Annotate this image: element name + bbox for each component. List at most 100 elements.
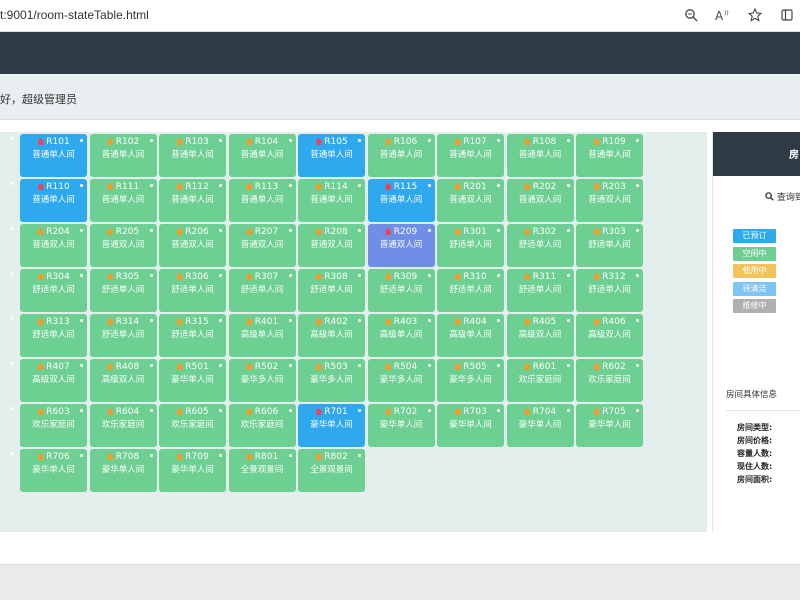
status-dot	[497, 364, 500, 367]
room-number-text: R109	[602, 137, 626, 147]
house-icon	[176, 318, 184, 325]
room-card[interactable]: R207 普通双人间	[228, 224, 296, 267]
room-card[interactable]: R703 豪华单人间	[437, 404, 504, 447]
room-type: 豪华单人间	[379, 420, 423, 430]
room-card[interactable]: R107 普通单人间	[437, 134, 504, 177]
room-card[interactable]: R109 普通单人间	[576, 134, 643, 177]
zoom-icon[interactable]	[682, 6, 700, 24]
room-type: 高级单人间	[449, 330, 492, 340]
room-type: 舒适单人间	[449, 285, 492, 295]
room-card[interactable]: R501 豪华单人间	[159, 359, 226, 402]
room-card[interactable]: R405 高级双人间	[506, 314, 574, 357]
room-card[interactable]: R701 豪华单人间	[298, 404, 365, 447]
room-card[interactable]: R408 高级双人间	[89, 359, 157, 402]
row-bullet	[10, 362, 13, 365]
room-card[interactable]: R505 豪华多人间	[437, 359, 504, 402]
room-card[interactable]: R301 舒适单人间	[437, 224, 504, 267]
room-card[interactable]: R602 欢乐家庭间	[576, 359, 643, 402]
room-card[interactable]: R209 普通双人间	[367, 224, 435, 267]
room-number: R305	[90, 272, 157, 283]
room-card[interactable]: R101 普通单人间	[20, 134, 87, 177]
room-card[interactable]: R205 普通双人间	[89, 224, 157, 267]
room-card[interactable]: R311 舒适单人间	[506, 269, 574, 312]
room-card[interactable]: R102 普通单人间	[89, 134, 157, 177]
legend-repair[interactable]: 维修中	[733, 299, 776, 313]
room-card[interactable]: R708 豪华单人间	[89, 449, 157, 492]
room-card[interactable]: R801 全景观景间	[228, 449, 296, 492]
room-card[interactable]: R105 普通单人间	[298, 134, 365, 177]
room-card[interactable]: R302 舒适单人间	[506, 224, 574, 267]
room-card[interactable]: R702 豪华单人间	[367, 404, 435, 447]
room-card[interactable]: R709 豪华单人间	[159, 449, 226, 492]
room-card[interactable]: R704 豪华单人间	[506, 404, 574, 447]
room-card[interactable]: R108 普通单人间	[506, 134, 574, 177]
room-card[interactable]: R502 豪华多人间	[228, 359, 296, 402]
room-card[interactable]: R401 高级单人间	[228, 314, 296, 357]
room-card[interactable]: R504 豪华多人间	[367, 359, 435, 402]
room-type: 豪华多人间	[379, 375, 423, 385]
room-card[interactable]: R103 普通单人间	[159, 134, 226, 177]
room-card[interactable]: R208 普通双人间	[298, 224, 365, 267]
room-type: 舒适单人间	[379, 285, 423, 295]
room-card[interactable]: R603 欢乐家庭间	[20, 404, 87, 447]
room-card[interactable]: R201 普通双人间	[437, 179, 504, 222]
room-card[interactable]: R304 舒适单人间	[20, 269, 87, 312]
room-card[interactable]: R403 高级单人间	[367, 314, 435, 357]
room-number-text: R404	[463, 317, 487, 327]
read-aloud-icon[interactable]: A))	[714, 6, 732, 24]
room-card[interactable]: R601 欢乐家庭间	[506, 359, 574, 402]
room-card[interactable]: R404 高级单人间	[437, 314, 504, 357]
room-type: 欢乐家庭间	[171, 420, 214, 430]
legend-free[interactable]: 空闲中	[733, 246, 776, 261]
room-card[interactable]: R306 舒适单人间	[159, 269, 226, 312]
room-card[interactable]: R114 普通单人间	[298, 179, 365, 222]
legend-cleaning[interactable]: 待清洁	[733, 281, 776, 296]
room-card[interactable]: R313 舒适单人间	[20, 314, 87, 357]
room-card[interactable]: R104 普通单人间	[228, 134, 296, 177]
room-card[interactable]: R305 舒适单人间	[89, 269, 157, 312]
search-result-label[interactable]: 查询到	[765, 190, 800, 203]
room-card[interactable]: R314 舒适单人间	[89, 314, 157, 357]
room-card[interactable]: R303 舒适单人间	[576, 224, 643, 267]
room-card[interactable]: R605 欢乐家庭间	[159, 404, 226, 447]
room-number-text: R705	[602, 407, 626, 417]
room-card[interactable]: R312 舒适单人间	[576, 269, 643, 312]
favorite-star-icon[interactable]	[746, 6, 764, 24]
room-card[interactable]: R706 豪华单人间	[20, 449, 87, 492]
room-card[interactable]: R310 舒适单人间	[437, 269, 504, 312]
room-card[interactable]: R503 豪华多人间	[298, 359, 365, 402]
room-card[interactable]: R112 普通单人间	[159, 179, 226, 222]
room-number: R406	[576, 317, 643, 328]
room-card[interactable]: R202 普通双人间	[506, 179, 574, 222]
room-card[interactable]: R203 普通双人间	[576, 179, 643, 222]
room-card[interactable]: R110 普通单人间	[20, 179, 87, 222]
room-card[interactable]: R113 普通单人间	[228, 179, 296, 222]
sidebar-icon[interactable]	[778, 6, 796, 24]
house-icon	[593, 228, 601, 235]
room-card[interactable]: R802 全景观景间	[298, 449, 365, 492]
address-bar[interactable]: t:9001/room-stateTable.html	[0, 8, 149, 22]
room-card[interactable]: R307 舒适单人间	[228, 269, 296, 312]
room-card[interactable]: R407 高级双人间	[20, 359, 87, 402]
room-type: 豪华单人间	[518, 420, 562, 430]
room-card[interactable]: R308 舒适单人间	[298, 269, 365, 312]
room-card[interactable]: R106 普通单人间	[367, 134, 435, 177]
room-card[interactable]: R115 普通单人间	[367, 179, 435, 222]
status-dot	[80, 364, 83, 367]
room-card[interactable]: R705 豪华单人间	[576, 404, 643, 447]
legend-using[interactable]: 使用中	[733, 264, 776, 278]
room-card[interactable]: R206 普通双人间	[159, 224, 226, 267]
room-card[interactable]: R204 普通双人间	[20, 224, 87, 267]
house-icon	[593, 318, 601, 325]
room-type: 欢乐家庭间	[101, 420, 145, 430]
room-card[interactable]: R402 高级单人间	[298, 314, 365, 357]
legend-booked[interactable]: 已预订	[733, 229, 776, 243]
status-dot	[149, 139, 153, 142]
room-card[interactable]: R111 普通单人间	[89, 179, 157, 222]
room-card[interactable]: R606 欢乐家庭间	[228, 404, 296, 447]
room-card[interactable]: R406 高级双人间	[576, 314, 643, 357]
room-card[interactable]: R315 舒适单人间	[159, 314, 226, 357]
house-icon	[106, 228, 114, 235]
room-card[interactable]: R604 欢乐家庭间	[89, 404, 157, 447]
room-card[interactable]: R309 舒适单人间	[367, 269, 435, 312]
